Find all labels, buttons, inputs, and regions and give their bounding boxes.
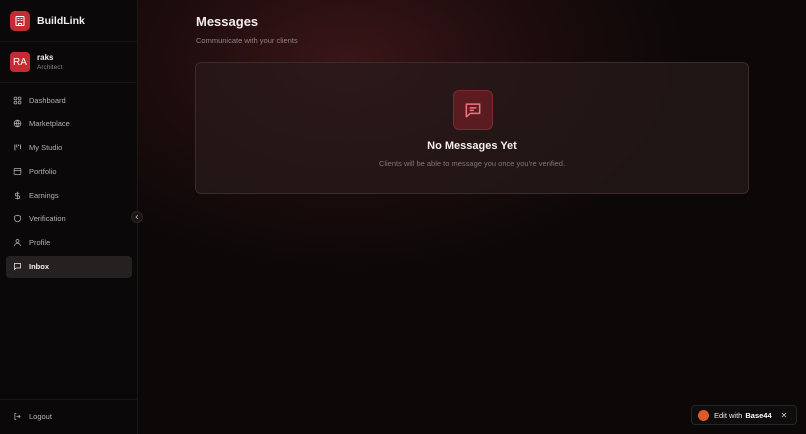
divider — [0, 82, 138, 83]
sidebar-item-label: Inbox — [29, 262, 49, 272]
badge-brand: Base44 — [745, 410, 772, 420]
badge-prefix: Edit with — [714, 410, 743, 420]
sidebar-item-label: Portfolio — [29, 166, 57, 176]
sidebar-item-portfolio[interactable]: Portfolio — [6, 160, 132, 182]
main-content: Messages Communicate with your clients N… — [138, 0, 806, 434]
user-card: RA raks Architect — [10, 52, 62, 72]
sidebar-item-dashboard[interactable]: Dashboard — [6, 89, 132, 111]
sidebar-item-earnings[interactable]: Earnings — [6, 184, 132, 206]
close-icon[interactable]: ✕ — [781, 411, 788, 420]
building-icon — [10, 11, 30, 31]
portfolio-icon — [13, 167, 22, 176]
globe-icon — [13, 119, 22, 128]
page-title: Messages — [196, 14, 259, 29]
studio-icon — [13, 143, 22, 152]
chat-icon — [13, 262, 22, 271]
page-subtitle: Communicate with your clients — [196, 36, 298, 45]
sidebar-item-inbox[interactable]: Inbox — [6, 255, 132, 278]
brand[interactable]: BuildLink — [10, 10, 85, 32]
shield-icon — [13, 214, 22, 223]
user-name: raks — [37, 52, 54, 62]
logout-icon — [13, 412, 22, 421]
avatar: RA — [10, 52, 30, 72]
sidebar-item-verification[interactable]: Verification — [6, 208, 132, 230]
sidebar-item-my-studio[interactable]: My Studio — [6, 137, 132, 159]
edit-with-base44-badge[interactable]: Edit with Base44 ✕ — [691, 405, 797, 425]
sidebar-item-label: Marketplace — [29, 119, 70, 129]
user-role: Architect — [37, 63, 63, 71]
sidebar-item-label: Earnings — [29, 190, 59, 200]
sidebar-item-profile[interactable]: Profile — [6, 232, 132, 254]
sidebar-item-label: Verification — [29, 214, 66, 224]
sidebar-item-label: Profile — [29, 238, 51, 248]
chevron-left-icon — [135, 214, 139, 220]
sidebar-nav: Dashboard Marketplace My Studio Portfoli… — [6, 89, 132, 279]
sidebar-item-label: Dashboard — [29, 95, 66, 105]
sidebar: BuildLink RA raks Architect Dashboard Ma… — [0, 0, 138, 434]
grid-icon — [13, 96, 22, 105]
sidebar-item-marketplace[interactable]: Marketplace — [6, 113, 132, 135]
divider — [0, 41, 138, 42]
empty-state-card: No Messages Yet Clients will be able to … — [195, 62, 749, 194]
user-icon — [13, 238, 22, 247]
app-name: BuildLink — [37, 15, 85, 27]
collapse-sidebar-button[interactable] — [131, 211, 143, 223]
empty-state-title: No Messages Yet — [427, 140, 517, 152]
logout-button[interactable]: Logout — [13, 412, 52, 421]
empty-state-text: Clients will be able to message you once… — [378, 159, 566, 168]
message-square-icon — [453, 90, 493, 130]
divider — [0, 399, 138, 400]
base44-logo-icon — [698, 409, 709, 421]
dollar-icon — [13, 191, 22, 200]
logout-label: Logout — [29, 412, 52, 421]
sidebar-item-label: My Studio — [29, 143, 63, 153]
